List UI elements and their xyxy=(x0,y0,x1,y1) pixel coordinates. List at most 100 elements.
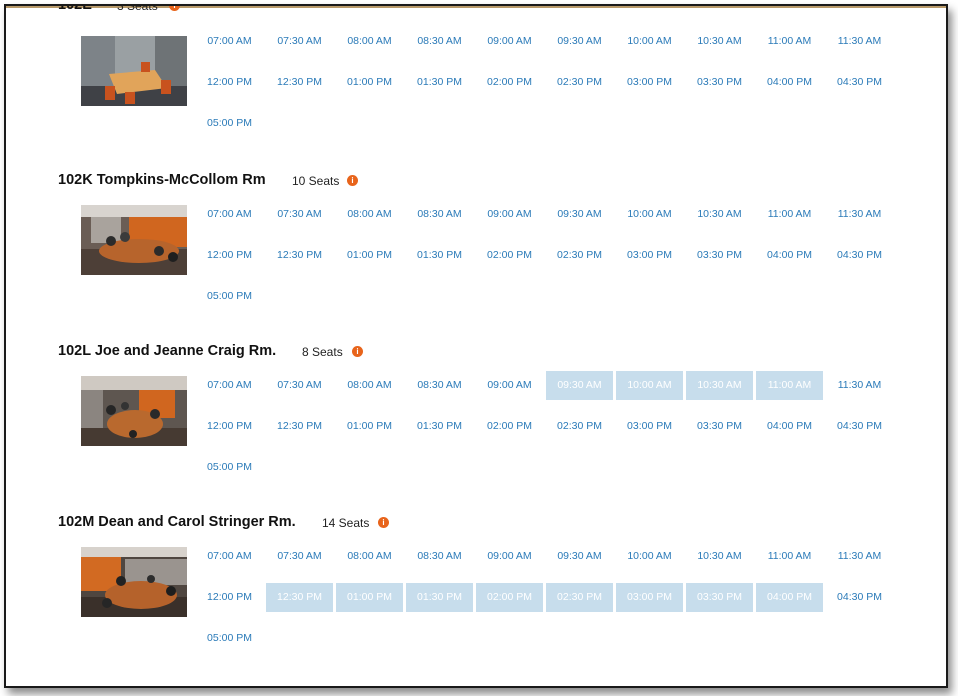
time-slot[interactable]: 04:30 PM xyxy=(826,412,893,441)
time-slot[interactable]: 03:00 PM xyxy=(616,412,683,441)
time-slot[interactable]: 03:30 PM xyxy=(686,241,753,270)
time-slot[interactable]: 02:30 PM xyxy=(546,412,613,441)
seat-count: 14 Seats xyxy=(322,516,370,530)
time-slot-unavailable: 10:30 AM xyxy=(686,371,753,400)
time-slot[interactable]: 11:30 AM xyxy=(826,542,893,571)
time-slot[interactable]: 11:00 AM xyxy=(756,542,823,571)
time-slot[interactable]: 10:00 AM xyxy=(616,542,683,571)
room-photo xyxy=(81,547,187,617)
time-slot[interactable]: 09:30 AM xyxy=(546,542,613,571)
time-slot[interactable]: 01:00 PM xyxy=(336,241,403,270)
time-slot[interactable]: 11:00 AM xyxy=(756,27,823,56)
time-slot-unavailable: 03:00 PM xyxy=(616,583,683,612)
room-photo xyxy=(81,36,187,106)
time-slot[interactable]: 05:00 PM xyxy=(196,109,263,138)
time-slot[interactable]: 01:00 PM xyxy=(336,68,403,97)
time-slot[interactable]: 09:00 AM xyxy=(476,542,543,571)
info-icon[interactable]: i xyxy=(347,175,358,186)
time-slot-unavailable: 10:00 AM xyxy=(616,371,683,400)
time-slot[interactable]: 11:30 AM xyxy=(826,371,893,400)
time-slot[interactable]: 01:00 PM xyxy=(336,412,403,441)
room-photo xyxy=(81,376,187,446)
time-slot[interactable]: 12:00 PM xyxy=(196,241,263,270)
time-slot[interactable]: 05:00 PM xyxy=(196,624,263,653)
time-slot[interactable]: 02:00 PM xyxy=(476,241,543,270)
seat-count: 10 Seats xyxy=(292,174,340,188)
time-slot[interactable]: 02:00 PM xyxy=(476,68,543,97)
time-slot[interactable]: 08:30 AM xyxy=(406,371,473,400)
time-slot[interactable]: 09:30 AM xyxy=(546,27,613,56)
time-slot[interactable]: 04:00 PM xyxy=(756,412,823,441)
time-slot[interactable]: 03:30 PM xyxy=(686,412,753,441)
time-slot[interactable]: 11:30 AM xyxy=(826,200,893,229)
time-slot[interactable]: 08:30 AM xyxy=(406,27,473,56)
time-slot[interactable]: 12:30 PM xyxy=(266,68,333,97)
time-slot[interactable]: 10:30 AM xyxy=(686,200,753,229)
time-slot[interactable]: 11:00 AM xyxy=(756,200,823,229)
info-icon[interactable]: i xyxy=(352,346,363,357)
time-slot[interactable]: 01:30 PM xyxy=(406,68,473,97)
time-slot[interactable]: 10:00 AM xyxy=(616,27,683,56)
time-slot[interactable]: 07:00 AM xyxy=(196,27,263,56)
info-icon[interactable]: i xyxy=(169,6,180,11)
room-name[interactable]: 102E xyxy=(58,6,92,13)
time-slot[interactable]: 07:30 AM xyxy=(266,27,333,56)
time-slot[interactable]: 05:00 PM xyxy=(196,282,263,311)
time-slot[interactable]: 03:30 PM xyxy=(686,68,753,97)
seat-count: 8 Seats xyxy=(302,345,343,359)
time-slot-unavailable: 09:30 AM xyxy=(546,371,613,400)
time-slot[interactable]: 10:30 AM xyxy=(686,542,753,571)
time-slot[interactable]: 12:30 PM xyxy=(266,412,333,441)
time-slot-unavailable: 01:30 PM xyxy=(406,583,473,612)
time-slot[interactable]: 01:30 PM xyxy=(406,412,473,441)
reservation-frame: 102E 3 Seats i 07:00 AM 07:30 AM 08:00 AM 0… xyxy=(4,4,948,688)
info-icon[interactable]: i xyxy=(378,517,389,528)
time-slot[interactable]: 08:00 AM xyxy=(336,542,403,571)
time-slot[interactable]: 07:30 AM xyxy=(266,371,333,400)
time-slot[interactable]: 05:00 PM xyxy=(196,453,263,482)
time-slot[interactable]: 12:00 PM xyxy=(196,583,263,612)
time-slot[interactable]: 10:30 AM xyxy=(686,27,753,56)
time-slot[interactable]: 09:00 AM xyxy=(476,371,543,400)
time-slot[interactable]: 07:00 AM xyxy=(196,542,263,571)
time-slot[interactable]: 08:00 AM xyxy=(336,27,403,56)
time-slot-unavailable: 01:00 PM xyxy=(336,583,403,612)
time-slot[interactable]: 07:30 AM xyxy=(266,542,333,571)
time-slot-unavailable: 02:30 PM xyxy=(546,583,613,612)
time-slot[interactable]: 01:30 PM xyxy=(406,241,473,270)
time-slot[interactable]: 07:30 AM xyxy=(266,200,333,229)
time-slot[interactable]: 10:00 AM xyxy=(616,200,683,229)
time-slot[interactable]: 08:30 AM xyxy=(406,542,473,571)
time-slot[interactable]: 12:00 PM xyxy=(196,412,263,441)
time-slot-unavailable: 12:30 PM xyxy=(266,583,333,612)
time-slot[interactable]: 08:00 AM xyxy=(336,200,403,229)
time-slot[interactable]: 02:30 PM xyxy=(546,68,613,97)
time-slot[interactable]: 04:30 PM xyxy=(826,241,893,270)
time-slot[interactable]: 09:00 AM xyxy=(476,200,543,229)
time-slot[interactable]: 04:30 PM xyxy=(826,583,893,612)
time-slot[interactable]: 04:00 PM xyxy=(756,68,823,97)
time-slot[interactable]: 11:30 AM xyxy=(826,27,893,56)
time-slot[interactable]: 02:30 PM xyxy=(546,241,613,270)
time-slot-unavailable: 03:30 PM xyxy=(686,583,753,612)
time-slot[interactable]: 08:00 AM xyxy=(336,371,403,400)
time-slot-unavailable: 04:00 PM xyxy=(756,583,823,612)
time-slot[interactable]: 09:00 AM xyxy=(476,27,543,56)
time-slot[interactable]: 03:00 PM xyxy=(616,241,683,270)
room-name[interactable]: 102L Joe and Jeanne Craig Rm. xyxy=(58,343,276,359)
time-slot[interactable]: 04:30 PM xyxy=(826,68,893,97)
time-slot[interactable]: 12:00 PM xyxy=(196,68,263,97)
time-slot[interactable]: 12:30 PM xyxy=(266,241,333,270)
room-name[interactable]: 102M Dean and Carol Stringer Rm. xyxy=(58,514,296,530)
time-slot-unavailable: 11:00 AM xyxy=(756,371,823,400)
time-slot[interactable]: 08:30 AM xyxy=(406,200,473,229)
room-name[interactable]: 102K Tompkins-McCollom Rm xyxy=(58,172,266,188)
time-slot[interactable]: 09:30 AM xyxy=(546,200,613,229)
time-slot[interactable]: 04:00 PM xyxy=(756,241,823,270)
seat-count: 3 Seats xyxy=(117,4,158,13)
time-slot[interactable]: 07:00 AM xyxy=(196,371,263,400)
time-slot[interactable]: 02:00 PM xyxy=(476,412,543,441)
time-slot[interactable]: 07:00 AM xyxy=(196,200,263,229)
time-slot-unavailable: 02:00 PM xyxy=(476,583,543,612)
time-slot[interactable]: 03:00 PM xyxy=(616,68,683,97)
